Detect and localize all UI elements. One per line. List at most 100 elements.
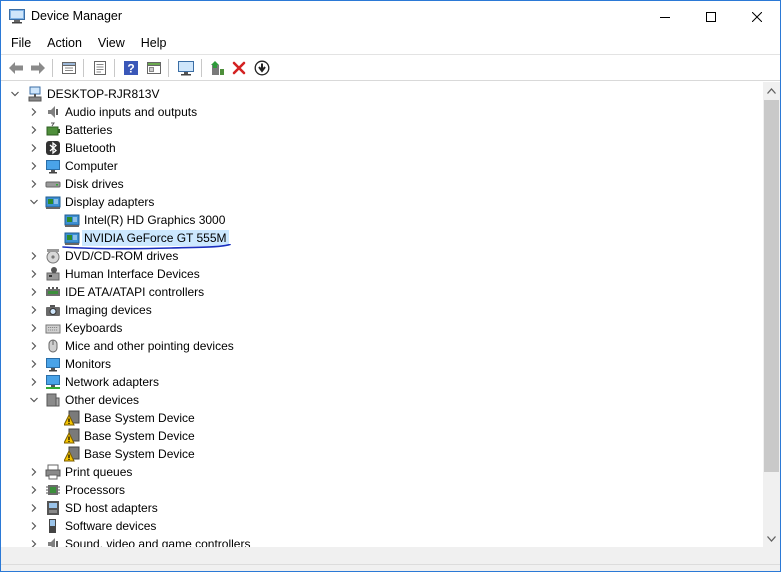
speaker-icon (48, 106, 58, 118)
tree-category[interactable]: Keyboards (1, 319, 321, 337)
horizontal-scrollbar[interactable] (1, 547, 763, 564)
minimize-button[interactable] (642, 1, 688, 32)
tree-category-label: Disk drives (65, 177, 124, 191)
tree-category[interactable]: Human Interface Devices (1, 265, 321, 283)
scan-hardware-button[interactable] (175, 58, 196, 78)
chevron-right-icon[interactable] (29, 287, 39, 297)
tree-category[interactable]: Sound, video and game controllers (1, 535, 321, 547)
svg-text:?: ? (127, 62, 134, 76)
chevron-right-icon[interactable] (29, 377, 39, 387)
tree-device[interactable]: Base System Device (1, 445, 321, 463)
chevron-right-icon[interactable] (29, 467, 39, 477)
chevron-down-icon[interactable] (29, 197, 39, 207)
chevron-right-icon[interactable] (29, 125, 39, 135)
chevron-down-icon[interactable] (10, 89, 20, 99)
tree-device[interactable]: Base System Device (1, 409, 321, 427)
menu-help[interactable]: Help (135, 33, 173, 53)
tree-category[interactable]: Disk drives (1, 175, 321, 193)
device-tree[interactable]: DESKTOP-RJR813V Audio inputs and outputs… (1, 82, 763, 547)
scroll-up-button[interactable] (763, 82, 780, 99)
tree-category[interactable]: Software devices (1, 517, 321, 535)
back-button[interactable] (5, 58, 26, 78)
vertical-scroll-thumb[interactable] (764, 100, 779, 472)
disable-button[interactable] (251, 58, 272, 78)
toolbar-separator (83, 59, 84, 77)
software-icon (49, 519, 56, 533)
properties-button[interactable] (58, 58, 79, 78)
scroll-down-button[interactable] (763, 530, 780, 547)
view-button[interactable] (143, 58, 164, 78)
scan-monitor-icon (177, 61, 194, 76)
monitor-icon (46, 160, 60, 174)
chevron-right-icon[interactable] (29, 107, 39, 117)
tree-category-label: Sound, video and game controllers (65, 537, 251, 547)
properties-sheet-button[interactable] (89, 58, 110, 78)
menu-file[interactable]: File (5, 33, 37, 53)
chevron-right-icon[interactable] (29, 269, 39, 279)
chevron-right-icon[interactable] (29, 179, 39, 189)
display-adapter-icon (45, 196, 61, 209)
tree-device[interactable]: Base System Device (1, 427, 321, 445)
ide-icon (46, 287, 60, 296)
tree-device-label: Base System Device (84, 447, 195, 461)
warning-device-icon (64, 428, 80, 444)
computer-icon (28, 86, 42, 102)
tree-device[interactable]: Intel(R) HD Graphics 3000 (1, 211, 321, 229)
help-button[interactable]: ? (120, 58, 141, 78)
update-driver-button[interactable] (206, 58, 227, 78)
tree-category-label: Computer (65, 159, 118, 173)
chevron-right-icon[interactable] (29, 251, 39, 261)
uninstall-button[interactable] (228, 58, 249, 78)
tree-category[interactable]: Monitors (1, 355, 321, 373)
chevron-right-icon[interactable] (29, 359, 39, 369)
vertical-scrollbar[interactable] (763, 82, 780, 547)
tree-category[interactable]: Audio inputs and outputs (1, 103, 321, 121)
menu-action[interactable]: Action (41, 33, 88, 53)
other-devices-icon (46, 393, 60, 407)
maximize-button[interactable] (688, 1, 734, 32)
tree-category[interactable]: IDE ATA/ATAPI controllers (1, 283, 321, 301)
tree-category[interactable]: Display adapters (1, 193, 321, 211)
tree-category[interactable]: Other devices (1, 391, 321, 409)
speaker-icon (48, 538, 58, 547)
chevron-down-icon[interactable] (29, 395, 39, 405)
tree-category-label: Keyboards (65, 321, 123, 335)
close-button[interactable] (734, 1, 780, 32)
menu-bar: File Action View Help (1, 32, 780, 54)
tree-category-label: Network adapters (65, 375, 160, 389)
title-bar[interactable]: Device Manager (1, 1, 780, 32)
tree-category[interactable]: Processors (1, 481, 321, 499)
tree-category[interactable]: Bluetooth (1, 139, 321, 157)
tree-category[interactable]: Mice and other pointing devices (1, 337, 321, 355)
tree-category[interactable]: Network adapters (1, 373, 321, 391)
monitor-icon (46, 358, 60, 372)
properties-icon (61, 62, 76, 74)
tree-category-label: Bluetooth (65, 141, 116, 155)
chevron-right-icon[interactable] (29, 161, 39, 171)
menu-view[interactable]: View (92, 33, 131, 53)
chevron-right-icon[interactable] (29, 323, 39, 333)
close-icon (752, 11, 762, 22)
toolbar-separator (168, 59, 169, 77)
chevron-right-icon[interactable] (29, 521, 39, 531)
tree-category-label: Monitors (65, 357, 112, 371)
tree-category[interactable]: Batteries (1, 121, 321, 139)
tree-category-label: Processors (65, 483, 126, 497)
tree-category[interactable]: SD host adapters (1, 499, 321, 517)
disable-icon (254, 60, 269, 76)
chevron-right-icon[interactable] (29, 305, 39, 315)
chevron-right-icon[interactable] (29, 539, 39, 547)
tree-root[interactable]: DESKTOP-RJR813V (1, 85, 301, 103)
chevron-right-icon[interactable] (29, 143, 39, 153)
properties-sheet-icon (93, 61, 106, 75)
tree-category[interactable]: Imaging devices (1, 301, 321, 319)
chevron-right-icon[interactable] (29, 503, 39, 513)
toolbar-separator (114, 59, 115, 77)
chevron-right-icon[interactable] (29, 485, 39, 495)
chevron-right-icon[interactable] (29, 341, 39, 351)
processor-icon (46, 485, 60, 495)
tree-category[interactable]: Print queues (1, 463, 321, 481)
forward-arrow-icon (30, 62, 45, 74)
tree-category[interactable]: Computer (1, 157, 321, 175)
forward-button[interactable] (27, 58, 48, 78)
